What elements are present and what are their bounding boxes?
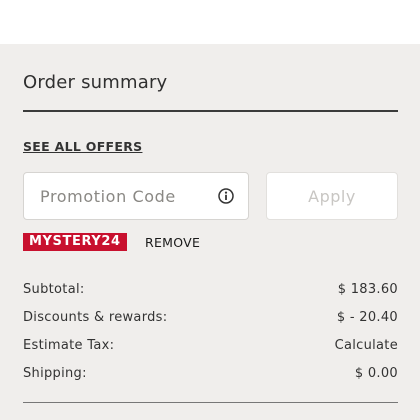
subtotal-value: $ 183.60 bbox=[337, 282, 398, 297]
subtotal-row: Subtotal: $ 183.60 bbox=[23, 282, 398, 302]
summary-divider bbox=[23, 402, 398, 403]
estimate-tax-value: Calculate bbox=[334, 338, 398, 353]
discounts-value: $ - 20.40 bbox=[336, 310, 398, 325]
estimate-tax-label: Estimate Tax: bbox=[23, 338, 115, 353]
see-all-offers-link[interactable]: SEE ALL OFFERS bbox=[23, 139, 142, 154]
title-divider bbox=[23, 110, 398, 112]
remove-promo-link[interactable]: REMOVE bbox=[145, 235, 200, 250]
discounts-label: Discounts & rewards: bbox=[23, 310, 168, 325]
info-circle-icon[interactable] bbox=[218, 188, 234, 204]
order-summary-title: Order summary bbox=[23, 72, 168, 93]
promo-code-input[interactable] bbox=[24, 173, 214, 219]
shipping-value: $ 0.00 bbox=[354, 366, 398, 381]
top-bar bbox=[0, 0, 420, 44]
subtotal-label: Subtotal: bbox=[23, 282, 85, 297]
shipping-label: Shipping: bbox=[23, 366, 87, 381]
apply-button[interactable]: Apply bbox=[266, 172, 398, 220]
promo-code-field[interactable] bbox=[23, 172, 249, 220]
applied-promo-code-badge: MYSTERY24 bbox=[23, 233, 127, 251]
shipping-row: Shipping: $ 0.00 bbox=[23, 366, 398, 386]
discounts-row: Discounts & rewards: $ - 20.40 bbox=[23, 310, 398, 330]
estimate-tax-row: Estimate Tax: Calculate bbox=[23, 338, 398, 358]
